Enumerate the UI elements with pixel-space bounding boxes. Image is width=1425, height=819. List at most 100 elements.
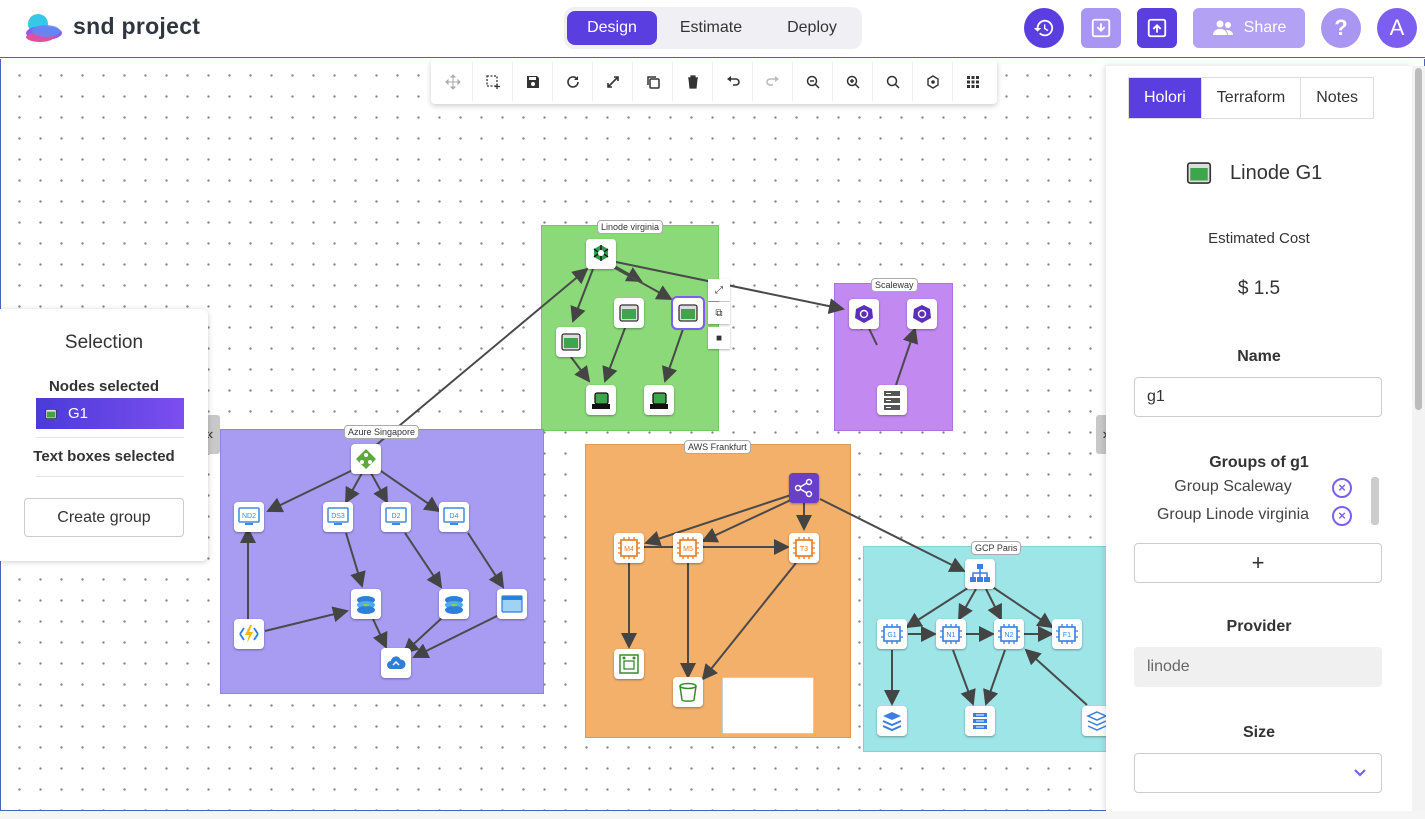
tab-design[interactable]: Design [567,11,657,45]
node-aws-m4[interactable]: M4 [614,533,644,563]
node-linode-k8s[interactable] [586,239,616,269]
linode-server-icon [619,304,639,322]
divider [36,437,184,438]
server-rack-icon [884,391,900,410]
cloud-icon [387,656,406,669]
provider-label: Provider [1226,618,1292,635]
node-delete-button[interactable]: ■ [708,327,730,349]
size-label: Size [1242,724,1275,741]
tab-notes[interactable]: Notes [1301,78,1373,118]
node-scaleway-k8s[interactable] [849,299,879,329]
node-azure-webapp[interactable] [497,589,527,619]
provider-field: linode [1134,647,1382,687]
estimated-cost-value: $ 1.5 [1237,278,1281,299]
group-row: Group Scaleway × [1106,478,1412,500]
node-aws-m5[interactable]: M5 [673,533,703,563]
name-input[interactable]: g1 [1134,377,1382,417]
node-aws-autoscaling[interactable] [614,649,644,679]
node-aws-s3[interactable] [673,677,703,707]
chip-icon: T3 [793,537,815,559]
avatar[interactable]: A [1377,8,1417,48]
node-gcp-f1[interactable]: F1 [1052,619,1082,649]
tab-estimate[interactable]: Estimate [666,11,756,45]
node-aws-router[interactable] [789,473,819,503]
layers-icon [882,712,902,732]
storage-icon [650,392,668,409]
node-azure-lb[interactable] [351,444,381,474]
group-label-scaleway[interactable]: Scaleway [871,278,918,292]
storage-icon [592,392,610,409]
remove-group-button[interactable]: × [1332,506,1352,526]
node-aws-t3[interactable]: T3 [789,533,819,563]
vm-icon: D2 [385,507,407,525]
node-azure-disk-2[interactable] [439,589,469,619]
nodes-selected-heading: Nodes selected [48,378,160,395]
app: snd project Design Estimate Deploy Share… [0,0,1425,819]
node-expand-button[interactable]: ⤢ [708,279,730,301]
node-azure-disk[interactable] [351,589,381,619]
chevron-down-icon [1354,769,1366,777]
node-gcp-n1[interactable]: N1 [936,619,966,649]
create-group-button[interactable]: Create group [24,498,184,537]
group-label-azure-singapore[interactable]: Azure Singapore [344,425,420,439]
tab-holori[interactable]: Holori [1129,78,1202,118]
node-azure-ds3[interactable]: DS3 [323,502,353,532]
mode-switcher: Design Estimate Deploy [564,7,862,49]
selected-node-item[interactable]: G1 [36,398,184,429]
upload-button[interactable] [1137,8,1177,48]
size-select[interactable] [1134,753,1382,793]
node-linode-vm-2[interactable] [556,327,586,357]
chip-label-n1: N1 [947,632,956,639]
tab-terraform[interactable]: Terraform [1202,78,1302,118]
vm-label-nd2: ND2 [242,513,256,520]
group-label-linode-virginia[interactable]: Linode virginia [597,220,664,234]
chip-label-m5: M5 [683,546,693,553]
node-scaleway-server[interactable] [877,385,907,415]
history-icon [1033,19,1054,37]
inspector-panel: Holori Terraform Notes Linode G1 Estimat… [1106,66,1412,811]
groups-scrollbar[interactable] [1371,477,1379,525]
node-gcp-storage[interactable] [877,706,907,736]
group-label-aws-frankfurt[interactable]: AWS Frankfurt [684,440,751,454]
share-nodes-icon [794,478,813,498]
app-title: snd project [73,13,201,39]
download-button[interactable] [1081,8,1121,48]
history-button[interactable] [1024,8,1064,48]
group-label-gcp-paris[interactable]: GCP Paris [971,541,1022,555]
vm-icon: D4 [443,507,465,525]
groups-label: Groups of g1 [1209,454,1309,471]
name-label: Name [1237,348,1281,365]
node-azure-d2[interactable]: D2 [381,502,411,532]
node-azure-function[interactable] [234,619,264,649]
node-linode-vm[interactable] [614,298,644,328]
node-linode-g1[interactable] [671,296,705,330]
node-gcp-n2[interactable]: N2 [994,619,1024,649]
chip-icon: N1 [940,624,962,644]
share-button[interactable]: Share [1193,8,1305,48]
node-copy-button[interactable]: ⧉ [708,302,730,324]
node-linode-storage[interactable] [586,385,616,415]
logo-icon [26,14,62,42]
help-button[interactable]: ? [1321,8,1361,48]
estimated-cost-label: Estimated Cost [1208,230,1310,247]
remove-group-button[interactable]: × [1332,478,1352,498]
inspector-tabs: Holori Terraform Notes [1128,77,1375,119]
node-azure-nd2[interactable]: ND2 [234,502,264,532]
node-gcp-g1[interactable]: G1 [877,619,907,649]
node-azure-d4[interactable]: D4 [439,502,469,532]
vm-label-d4: D4 [450,513,459,520]
add-group-button[interactable]: + [1134,543,1382,583]
node-linode-storage-2[interactable] [644,385,674,415]
node-header: Linode G1 [1182,158,1322,188]
download-icon [1091,18,1111,38]
textboxes-selected-heading: Text boxes selected [33,448,175,465]
chip-icon: M5 [677,537,699,559]
node-scaleway-k8s-2[interactable] [907,299,937,329]
node-azure-cloud[interactable] [381,648,411,678]
vm-icon: DS3 [327,507,349,525]
chip-icon: N2 [998,624,1020,644]
node-gcp-storage-2[interactable] [965,706,995,736]
node-gcp-lb[interactable] [965,559,995,589]
inspector-scrollbar-thumb[interactable] [1415,68,1422,410]
tab-deploy[interactable]: Deploy [767,11,857,45]
